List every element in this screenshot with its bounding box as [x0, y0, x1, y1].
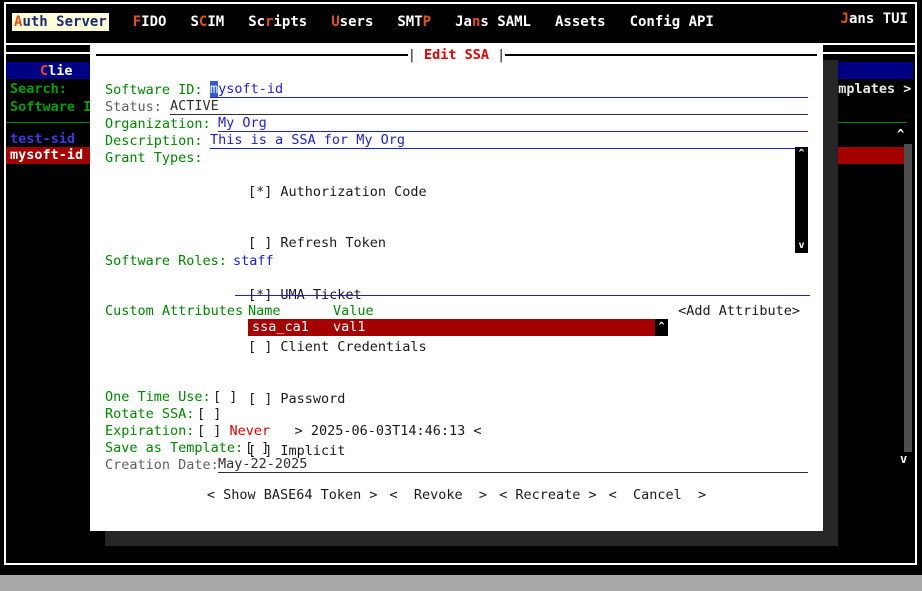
attribute-row-selected[interactable]: ssa_ca1 val1	[248, 319, 655, 336]
organization-value[interactable]: My Org	[218, 115, 808, 132]
list-scroll-up-icon[interactable]: ^	[897, 127, 904, 141]
attr-value-header: Value	[333, 303, 374, 319]
dialog-button-row: < Show BASE64 Token > < Revoke > < Recre…	[105, 487, 808, 503]
organization-label: Organization:	[105, 116, 218, 132]
cancel-button[interactable]: < Cancel >	[609, 487, 707, 503]
title-rule-left	[96, 54, 408, 56]
field-description[interactable]: Description: This is a SSA for My Org	[105, 132, 808, 149]
list-item-test-sid[interactable]: test-sid	[10, 131, 75, 147]
status-value: ACTIVE	[170, 98, 808, 115]
field-rotate-ssa: Rotate SSA: [ ]	[105, 405, 808, 422]
hotkey-letter: P	[423, 14, 431, 30]
revoke-button[interactable]: < Revoke >	[390, 487, 488, 503]
description-label: Description:	[105, 133, 210, 149]
hotkey-letter: F	[133, 14, 141, 30]
scroll-up-icon[interactable]: ^	[795, 148, 808, 160]
title-rule-right	[505, 54, 817, 56]
grant-types-label: Grant Types:	[105, 150, 203, 166]
software-id-value[interactable]: mysoft-id	[210, 81, 808, 98]
menu-item-scripts[interactable]: Scripts	[248, 14, 307, 30]
scroll-down-icon[interactable]: v	[795, 240, 808, 252]
checkbox-authorization-code[interactable]: [*]Authorization Code	[248, 184, 427, 201]
add-attribute-button[interactable]: <Add Attribute>	[678, 303, 800, 319]
field-grant-types: Grant Types:	[105, 149, 808, 166]
list-scroll-down-icon[interactable]: v	[900, 452, 907, 466]
recreate-button[interactable]: < Recreate >	[499, 487, 597, 503]
checkbox-refresh-token[interactable]: [ ]Refresh Token	[248, 235, 427, 252]
save-as-template-label: Save as Template:	[105, 440, 245, 456]
custom-attributes-label: Custom Attributes	[105, 303, 243, 319]
attr-name-header: Name	[248, 303, 281, 319]
menu-item-scim[interactable]: SCIM	[190, 14, 224, 30]
rotate-ssa-checkbox[interactable]: [ ]	[197, 406, 221, 422]
field-save-as-template: Save as Template: [ ]	[105, 439, 808, 456]
checkbox-glyph: [ ]	[248, 235, 272, 251]
checkbox-glyph: [*]	[248, 184, 272, 200]
menu-item-assets[interactable]: Assets	[555, 14, 606, 30]
app-brand: Jans TUI	[841, 11, 908, 27]
expiration-never-label: Never	[230, 423, 271, 439]
attr-value-cell: val1	[333, 319, 366, 336]
field-creation-date: Creation Date: May-22-2025	[105, 456, 808, 473]
tab-hotkey-letter: C	[40, 63, 48, 79]
dialog-title: Edit SSA	[424, 47, 489, 63]
edit-ssa-dialog: | Edit SSA | Software ID: mysoft-id Stat…	[90, 45, 823, 531]
brand-hotkey-letter: J	[841, 11, 849, 27]
status-label: Status:	[105, 99, 170, 115]
menu-item-smtp[interactable]: SMTP	[397, 14, 431, 30]
text-cursor: m	[210, 81, 218, 97]
expiration-never-checkbox[interactable]: [ ]	[197, 423, 221, 439]
expiration-date-picker[interactable]: > 2025-06-03T14:46:13 <	[295, 423, 482, 439]
custom-attributes-header: Custom Attributes Name Value <Add Attrib…	[90, 303, 823, 320]
checkbox-client-credentials[interactable]: [ ]Client Credentials	[248, 339, 427, 356]
expiration-label: Expiration:	[105, 423, 197, 439]
attributes-scroll-up-icon[interactable]: ^	[655, 319, 668, 336]
software-roles-field-underline	[235, 295, 810, 296]
field-one-time-use: One Time Use: [ ]	[105, 388, 808, 405]
field-software-roles[interactable]: Software Roles: staff	[105, 252, 808, 269]
menu-item-fido[interactable]: FIDO	[133, 14, 167, 30]
software-id-column-label: Software I	[10, 99, 91, 115]
menu-item-auth-server[interactable]: Auth Server	[12, 13, 109, 31]
tab-clients[interactable]: Clie	[40, 63, 73, 79]
field-organization[interactable]: Organization: My Org	[105, 115, 808, 132]
field-software-id[interactable]: Software ID: mysoft-id	[105, 81, 808, 98]
dialog-title-bar: | Edit SSA |	[96, 47, 817, 63]
rotate-ssa-label: Rotate SSA:	[105, 406, 197, 422]
terminal-screen: Auth Server FIDO SCIM Scripts Users SMTP…	[0, 0, 922, 591]
list-scrollbar-track[interactable]	[904, 144, 912, 452]
menu-item-jans-saml[interactable]: Jans SAML	[455, 14, 531, 30]
description-value[interactable]: This is a SSA for My Org	[210, 132, 808, 149]
search-label: Search:	[10, 81, 67, 97]
one-time-use-label: One Time Use:	[105, 389, 213, 405]
attr-name-cell: ssa_ca1	[252, 319, 333, 336]
field-status: Status: ACTIVE	[105, 98, 808, 115]
menu-item-users[interactable]: Users	[331, 14, 373, 30]
creation-date-value: May-22-2025	[218, 456, 808, 473]
one-time-use-checkbox[interactable]: [ ]	[213, 389, 237, 405]
creation-date-label: Creation Date:	[105, 457, 218, 473]
hotkey-letter: r	[265, 14, 273, 30]
show-base64-token-button[interactable]: < Show BASE64 Token >	[207, 487, 378, 503]
save-as-template-checkbox[interactable]: [ ]	[245, 440, 269, 456]
hotkey-letter: U	[331, 14, 339, 30]
software-id-label: Software ID:	[105, 82, 210, 98]
grant-types-scrollbar[interactable]: ^ v	[795, 147, 808, 253]
status-bar	[0, 575, 922, 591]
software-roles-value[interactable]: staff	[233, 253, 274, 269]
menu-item-config-api[interactable]: Config API	[630, 14, 714, 30]
top-menu-bar: Auth Server FIDO SCIM Scripts Users SMTP…	[12, 11, 908, 33]
field-expiration: Expiration: [ ] Never > 2025-06-03T14:46…	[105, 422, 808, 439]
software-roles-label: Software Roles:	[105, 253, 233, 269]
checkbox-glyph: [ ]	[248, 339, 272, 355]
